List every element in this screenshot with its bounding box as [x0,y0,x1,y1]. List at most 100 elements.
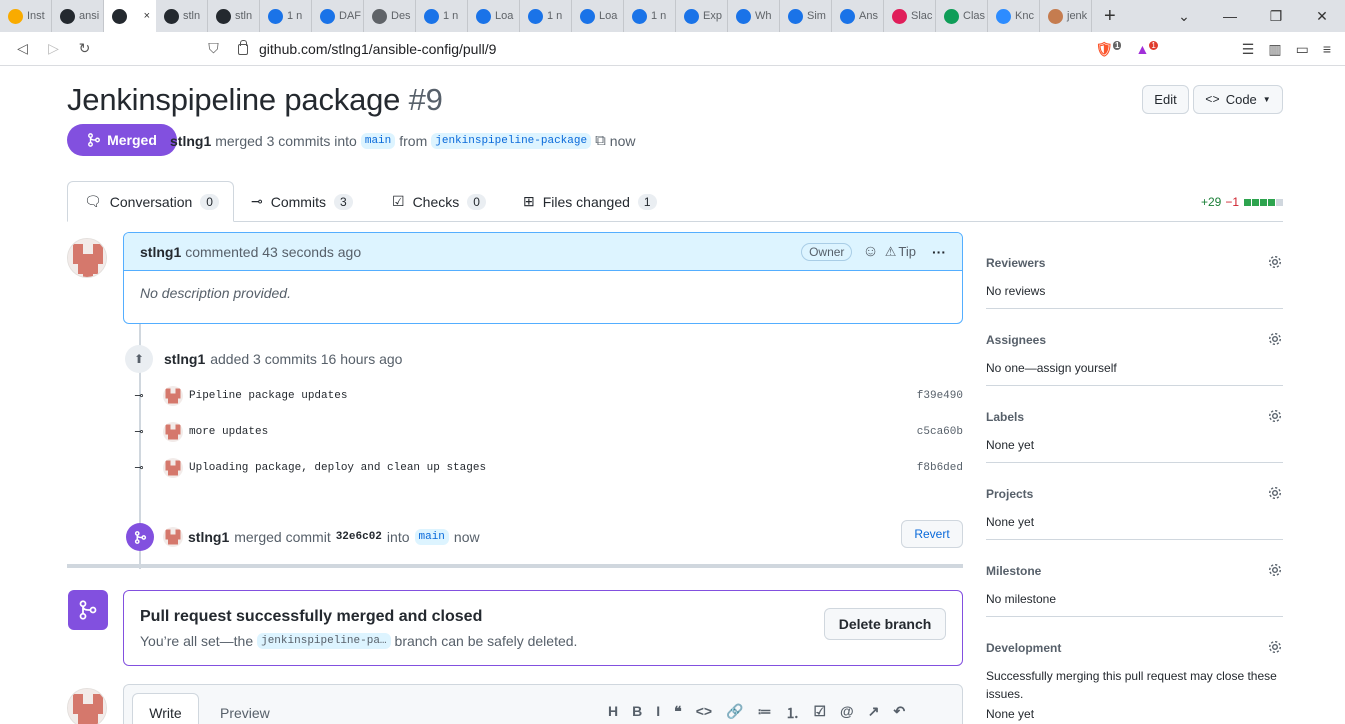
toolbar-tool-icon[interactable]: ⒈ [785,703,799,723]
brave-rewards-icon[interactable]: ▲ 1 [1135,41,1158,57]
tab-conversation[interactable]: 🗨 Conversation 0 [67,181,234,222]
edit-button[interactable]: Edit [1142,85,1189,114]
comment-author[interactable]: stlng1 [140,244,181,260]
browser-tab[interactable]: Slac [884,0,936,32]
new-tab-button[interactable]: + [1104,5,1116,28]
commit-sha[interactable]: f8b6ded [917,462,963,474]
sidebar-heading[interactable]: Labels [986,410,1024,424]
browser-tab[interactable]: jenk [1040,0,1092,32]
preview-tab[interactable]: Preview [220,705,270,721]
toolbar-tool-icon[interactable]: <> [696,703,712,723]
avatar[interactable] [163,422,183,442]
base-branch-label[interactable]: main [360,132,396,149]
back-icon[interactable]: ◁ [7,40,38,57]
gear-icon[interactable] [1267,639,1283,655]
sidebar-heading[interactable]: Development [986,641,1061,655]
toolbar-tool-icon[interactable]: @ [840,703,854,723]
toolbar-tool-icon[interactable]: H [608,703,618,723]
browser-tab[interactable]: Ans [832,0,884,32]
toolbar-tool-icon[interactable]: 🔗 [726,703,743,723]
address-bar[interactable]: github.com/stlng1/ansible-config/pull/9 [238,35,1130,63]
minimize-icon[interactable]: — [1207,8,1253,24]
merge-commit-sha[interactable]: 32e6c02 [336,531,382,543]
sidebar-heading[interactable]: Reviewers [986,256,1045,270]
browser-tab[interactable]: Wh [728,0,780,32]
browser-tab[interactable]: × [104,0,156,32]
toolbar-tool-icon[interactable]: ≔ [757,703,771,723]
avatar[interactable] [67,688,107,724]
browser-tab[interactable]: 1 n [624,0,676,32]
gear-icon[interactable] [1267,408,1283,424]
brave-shields-icon[interactable]: 🛡 1 [1095,41,1122,58]
gear-icon[interactable] [1267,254,1283,270]
delete-branch-button[interactable]: Delete branch [824,608,946,640]
tab-checks[interactable]: ☑ Checks 0 [376,181,502,222]
revert-button[interactable]: Revert [901,520,963,548]
write-tab[interactable]: Write [132,693,199,724]
sidebar-heading[interactable]: Projects [986,487,1033,501]
toolbar-tool-icon[interactable]: ☑ [813,703,826,723]
avatar[interactable] [163,458,183,478]
browser-tab[interactable]: Clas [936,0,988,32]
avatar[interactable] [67,238,107,278]
maximize-icon[interactable]: ❐ [1253,8,1299,25]
kebab-menu-icon[interactable]: ··· [932,244,946,260]
comment-timestamp[interactable]: commented 43 seconds ago [185,244,361,260]
commit-sha[interactable]: c5ca60b [917,426,963,438]
avatar[interactable] [163,527,183,547]
code-button[interactable]: <> Code ▼ [1193,85,1283,114]
browser-tab[interactable]: DAF [312,0,364,32]
browser-tab[interactable]: Sim [780,0,832,32]
commit-message[interactable]: Pipeline package updates [189,390,347,402]
avatar[interactable] [163,386,183,406]
smiley-icon[interactable]: ☺ [862,243,878,261]
browser-tab[interactable]: stln [208,0,260,32]
url-text[interactable]: github.com/stlng1/ansible-config/pull/9 [259,41,496,57]
event-author[interactable]: stlng1 [188,529,229,545]
toolbar-tool-icon[interactable]: B [632,703,642,723]
browser-tab[interactable]: stln [156,0,208,32]
browser-tab[interactable]: Inst [0,0,52,32]
browser-tab[interactable]: Loa [468,0,520,32]
gear-icon[interactable] [1267,485,1283,501]
head-branch-label[interactable]: jenkinspipeline-package [431,132,592,149]
browser-tab[interactable]: 1 n [416,0,468,32]
copy-icon[interactable]: ⧉ [595,132,606,149]
tab-search-icon[interactable]: ⌄ [1161,8,1207,25]
sidebar-icon[interactable]: ▥ [1268,41,1281,58]
pr-author-link[interactable]: stlng1 [170,133,211,149]
browser-tab[interactable]: ansi [52,0,104,32]
sidebar-heading[interactable]: Assignees [986,333,1046,347]
close-window-icon[interactable]: ✕ [1299,8,1345,25]
gear-icon[interactable] [1267,331,1283,347]
browser-tab[interactable]: Knc [988,0,1040,32]
commit-sha[interactable]: f39e490 [917,390,963,402]
tip-button[interactable]: ⚠ Tip [885,244,916,260]
tab-files-changed[interactable]: ⊞ Files changed 1 [507,181,673,222]
deletable-branch-label[interactable]: jenkinspipeline-pa… [257,633,391,649]
sidebar-heading[interactable]: Milestone [986,564,1041,578]
event-author[interactable]: stlng1 [164,351,205,367]
browser-tab[interactable]: Loa [572,0,624,32]
bookmark-icon[interactable]: ⛉ [198,40,229,57]
close-tab-icon[interactable]: × [144,10,150,22]
tab-commits[interactable]: ⊸ Commits 3 [235,181,369,222]
event-time[interactable]: now [454,529,480,545]
forward-icon[interactable]: ▷ [38,40,69,57]
menu-icon[interactable]: ≡ [1323,41,1331,57]
commit-message[interactable]: Uploading package, deploy and clean up s… [189,462,486,474]
wallet-icon[interactable]: ▭ [1296,41,1309,58]
merge-branch-label[interactable]: main [414,529,449,545]
commit-message[interactable]: more updates [189,426,268,438]
browser-tab[interactable]: 1 n [520,0,572,32]
toolbar-tool-icon[interactable]: ↶ [893,703,905,723]
browser-tab[interactable]: Exp [676,0,728,32]
toolbar-tool-icon[interactable]: ↗ [868,703,880,723]
toolbar-tool-icon[interactable]: ❝ [674,703,682,723]
browser-tab[interactable]: 1 n [260,0,312,32]
reload-icon[interactable]: ↻ [69,40,100,57]
playlist-icon[interactable]: ☰ [1242,41,1255,58]
browser-tab[interactable]: Des [364,0,416,32]
toolbar-tool-icon[interactable]: I [656,703,660,723]
gear-icon[interactable] [1267,562,1283,578]
